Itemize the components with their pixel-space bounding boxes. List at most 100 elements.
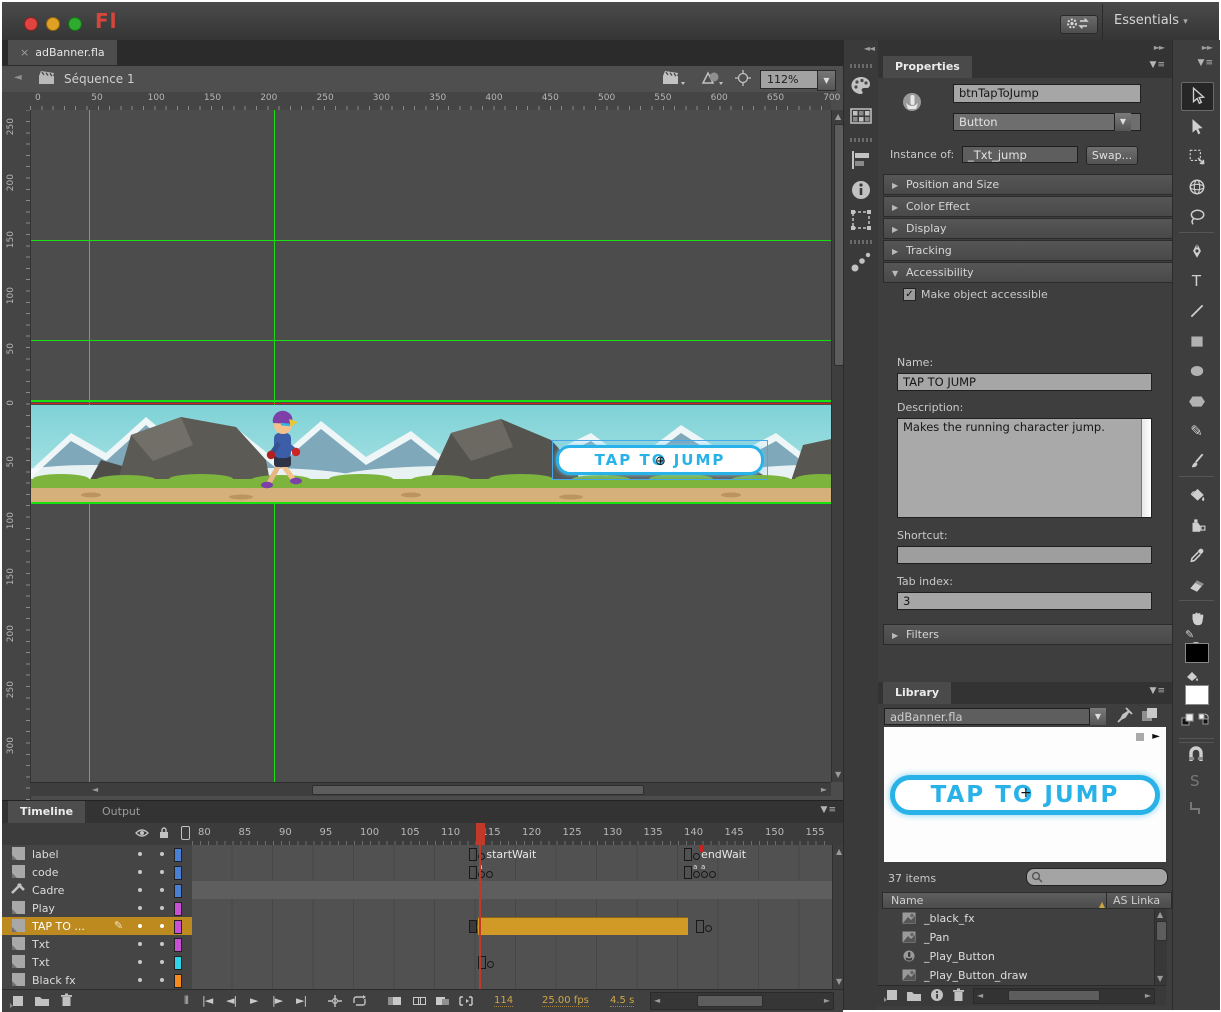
transform-panel-icon[interactable]: [849, 208, 873, 232]
free-transform-tool[interactable]: [1181, 144, 1212, 171]
smooth-option-icon[interactable]: S: [1190, 772, 1200, 790]
section-display[interactable]: ▶Display: [883, 218, 1176, 239]
keyframe-circle-icon[interactable]: [705, 925, 712, 932]
selected-frame-span[interactable]: [478, 917, 689, 936]
layer-visibility-dot[interactable]: [138, 978, 142, 982]
scroll-left-icon[interactable]: ◄: [977, 991, 983, 1001]
pencil-tool[interactable]: ✎: [1181, 418, 1212, 445]
layer-outline-color-chip[interactable]: [174, 920, 182, 934]
panel-group-grip[interactable]: [850, 64, 872, 68]
align-panel-icon[interactable]: [849, 148, 873, 172]
empty-keyframe-icon[interactable]: [684, 866, 692, 879]
layer-outline-color-chip[interactable]: [174, 884, 182, 898]
lasso-tool[interactable]: [1181, 204, 1212, 231]
center-frame-icon[interactable]: [328, 995, 342, 1007]
edit-symbols-icon[interactable]: [700, 70, 724, 86]
properties-panel-menu-icon[interactable]: ▼≡: [1150, 60, 1166, 70]
stroke-color-swatch[interactable]: [1185, 643, 1209, 663]
stage-zoom-input[interactable]: 112%: [760, 70, 824, 89]
go-to-last-frame-button[interactable]: ►|: [296, 994, 306, 1007]
symbol-type-dropdown[interactable]: Button: [953, 113, 1141, 131]
selection-tool[interactable]: [1181, 82, 1214, 111]
library-item-row[interactable]: _Pan: [884, 928, 1154, 947]
3d-rotation-tool[interactable]: [1181, 174, 1212, 201]
textarea-scrollbar[interactable]: [1141, 419, 1151, 517]
frame-number-ruler[interactable]: 8085909510010511011512012513013514014515…: [192, 823, 832, 845]
layer-visibility-dot[interactable]: [138, 924, 142, 928]
document-tab[interactable]: ×adBanner.fla: [8, 40, 117, 65]
horizontal-scroll-thumb[interactable]: [312, 785, 644, 795]
tab-properties[interactable]: Properties: [883, 56, 972, 78]
layer-outline-color-chip[interactable]: [174, 938, 182, 952]
oval-tool[interactable]: [1181, 358, 1212, 385]
step-back-button[interactable]: ◄|: [226, 994, 236, 1007]
keyframe-circle-icon[interactable]: [487, 961, 494, 968]
eraser-tool[interactable]: [1181, 572, 1212, 599]
layer-frames-row[interactable]: [192, 917, 832, 936]
scroll-down-icon[interactable]: ▼: [836, 977, 842, 987]
instance-name-input[interactable]: btnTapToJump: [953, 84, 1141, 103]
layer-visibility-dot[interactable]: [138, 888, 142, 892]
step-forward-button[interactable]: |►: [272, 994, 282, 1007]
timeline-horizontal-scrollbar[interactable]: ◄ ►: [650, 992, 834, 1010]
swap-default-colors-icons[interactable]: [1181, 713, 1211, 727]
library-item-row[interactable]: _Play_Button: [884, 947, 1154, 966]
back-arrow-icon[interactable]: ◄: [14, 72, 22, 83]
line-tool[interactable]: [1181, 298, 1212, 325]
layer-frames-row[interactable]: [192, 899, 832, 918]
scroll-up-icon[interactable]: ▲: [835, 112, 841, 122]
layer-outline-color-chip[interactable]: [174, 974, 182, 988]
preview-stop-icon[interactable]: [1136, 733, 1144, 741]
empty-keyframe-icon[interactable]: [469, 848, 477, 861]
new-folder-icon[interactable]: [34, 994, 50, 1007]
pin-library-icon[interactable]: [1116, 706, 1134, 724]
layer-lock-dot[interactable]: [160, 942, 164, 946]
info-panel-icon[interactable]: [849, 178, 873, 202]
rectangle-tool[interactable]: [1181, 328, 1212, 355]
library-scroll-thumb[interactable]: [1156, 921, 1167, 941]
swap-button[interactable]: Swap...: [1086, 146, 1138, 165]
section-position-and-size[interactable]: ▶Position and Size: [883, 174, 1176, 195]
motion-presets-panel-icon[interactable]: [849, 250, 873, 274]
layer-visibility-dot[interactable]: [138, 906, 142, 910]
layer-frames-row[interactable]: [192, 881, 832, 900]
play-button[interactable]: ►: [250, 994, 257, 1007]
tab-timeline[interactable]: Timeline: [8, 801, 85, 823]
keyframe-circle-icon[interactable]: [701, 871, 708, 878]
paint-bucket-tool[interactable]: [1181, 482, 1212, 509]
panel-group-grip[interactable]: [850, 138, 872, 142]
new-layer-icon[interactable]: [10, 994, 25, 1008]
layer-lock-dot[interactable]: [160, 870, 164, 874]
layer-visibility-dot[interactable]: [138, 870, 142, 874]
layer-row-txt[interactable]: Txt: [2, 935, 192, 954]
keyframe-circle-icon[interactable]: [693, 853, 700, 860]
canvas-horizontal-scrollbar[interactable]: ◄ ►: [30, 782, 831, 796]
edit-multiple-frames-icon[interactable]: [435, 995, 450, 1007]
symbol-type-dropdown-arrow[interactable]: ▼: [1114, 113, 1131, 131]
edit-scene-icon[interactable]: [662, 70, 686, 86]
library-panel-menu-icon[interactable]: ▼≡: [1150, 686, 1166, 696]
description-textarea[interactable]: Makes the running character jump.: [897, 418, 1152, 518]
ink-bottle-tool[interactable]: [1181, 512, 1212, 539]
keyframe-icon[interactable]: [469, 920, 477, 933]
layer-row-play[interactable]: Play: [2, 899, 192, 918]
tab-library[interactable]: Library: [883, 682, 951, 704]
frame-rate-value[interactable]: 25.00 fps: [542, 995, 589, 1007]
symbol-properties-info-icon[interactable]: [930, 988, 944, 1002]
layer-frames-row[interactable]: [192, 953, 832, 972]
expand-dock-icon[interactable]: ◄◄: [864, 44, 874, 53]
layer-visibility-dot[interactable]: [138, 960, 142, 964]
minimize-window-button[interactable]: [46, 17, 60, 31]
layer-row-txt[interactable]: Txt: [2, 953, 192, 972]
layer-row-black-fx[interactable]: Black fx: [2, 971, 192, 990]
new-folder-icon[interactable]: [906, 989, 922, 1002]
scroll-left-icon[interactable]: ◄: [654, 996, 660, 1006]
layer-height-grip-icon[interactable]: ⦀: [184, 994, 189, 1008]
layer-lock-dot[interactable]: [160, 978, 164, 982]
layer-outline-color-chip[interactable]: [174, 956, 182, 970]
preview-play-icon[interactable]: ►: [1152, 731, 1160, 742]
layer-outline-color-chip[interactable]: [174, 902, 182, 916]
library-column-name[interactable]: Name ▲: [882, 892, 1114, 909]
empty-keyframe-icon[interactable]: [696, 920, 704, 933]
center-stage-crosshair-icon[interactable]: [735, 70, 751, 86]
